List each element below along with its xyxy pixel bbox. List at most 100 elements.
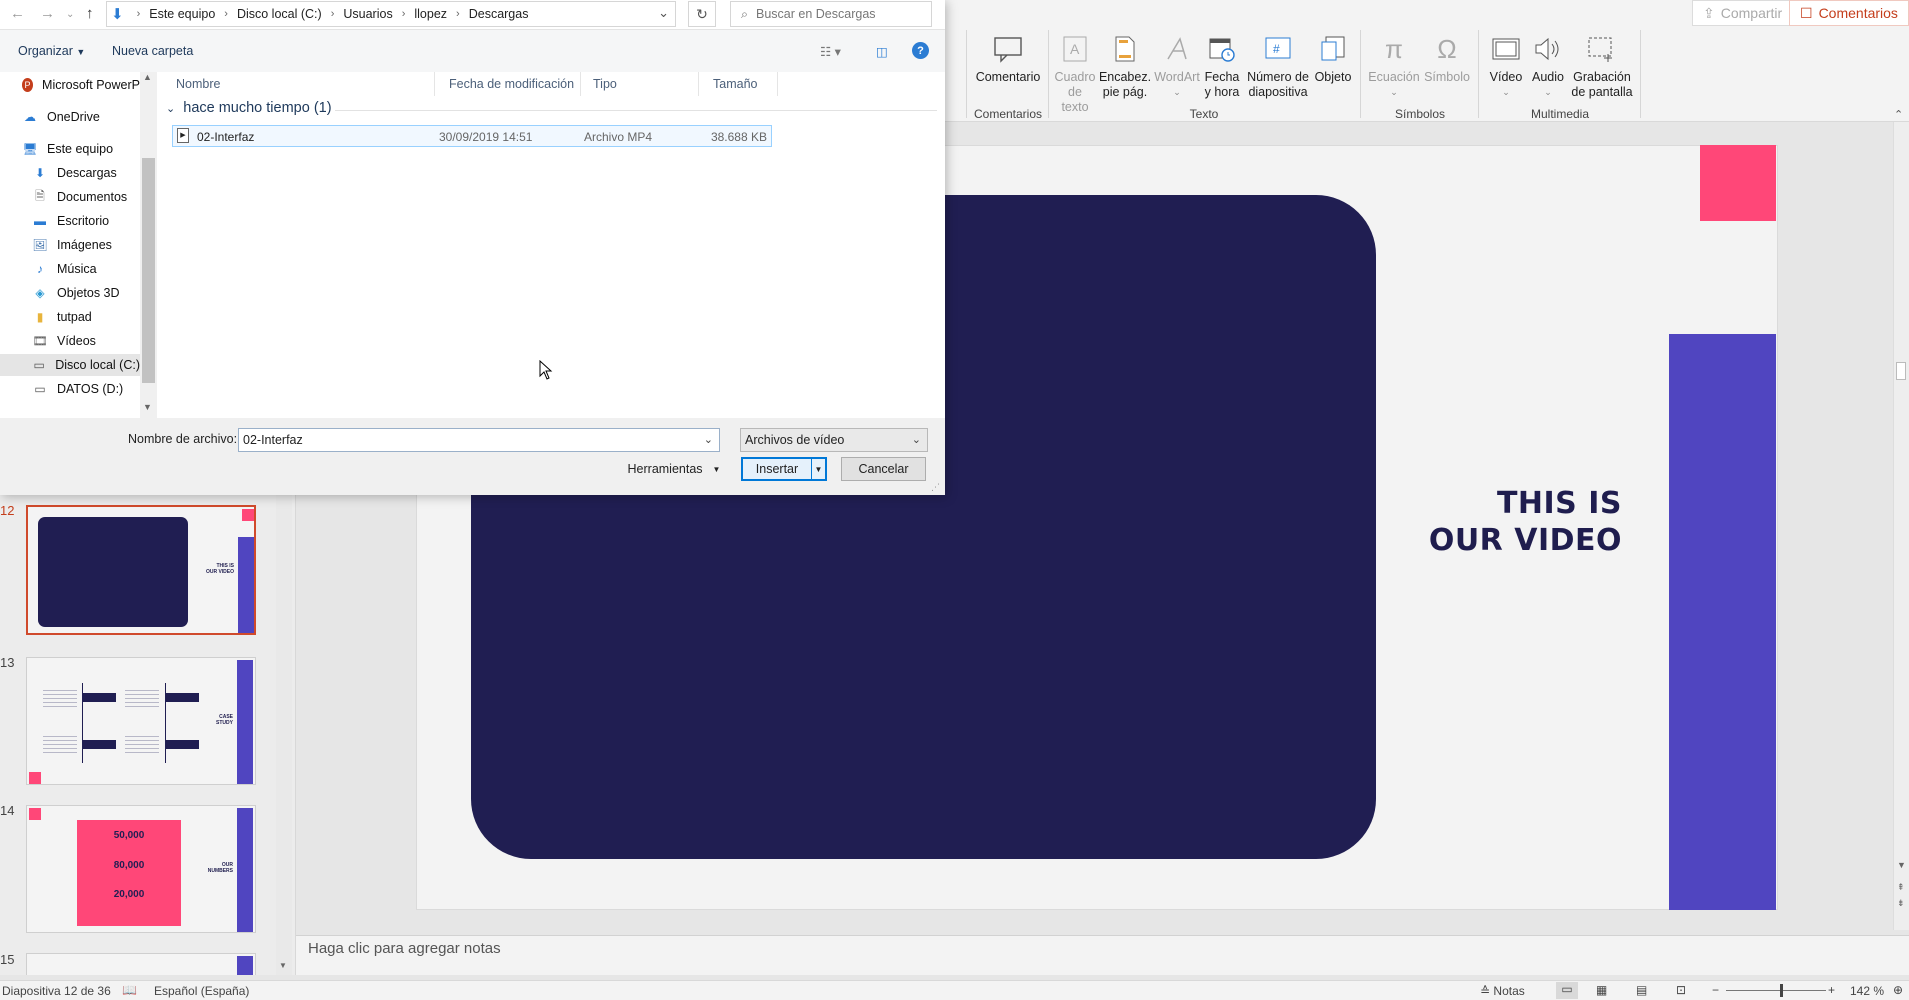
zoom-in-icon[interactable]: + bbox=[1828, 983, 1835, 997]
breadcrumb-item[interactable]: Usuarios bbox=[343, 7, 392, 21]
zoom-out-icon[interactable]: − bbox=[1712, 983, 1719, 997]
scroll-up-icon[interactable]: ▲ bbox=[143, 72, 152, 82]
slide-thumbnail-12[interactable]: THIS IS OUR VIDEO bbox=[26, 505, 256, 635]
slide-title[interactable]: THIS IS OUR VIDEO bbox=[1400, 485, 1622, 559]
breadcrumb-item[interactable]: Descargas bbox=[469, 7, 529, 21]
nav-scroll-thumb[interactable] bbox=[142, 158, 155, 383]
speaker-icon bbox=[1531, 32, 1565, 66]
notes-pane[interactable] bbox=[296, 935, 1909, 975]
fit-slide-icon[interactable]: ⊕ bbox=[1893, 983, 1903, 997]
mouse-cursor-icon bbox=[539, 360, 553, 380]
next-slide-icon[interactable]: ⇟ bbox=[1897, 898, 1905, 909]
nav-item-musica[interactable]: ♪ Música bbox=[0, 258, 140, 280]
notes-toggle[interactable]: ≙ Notas bbox=[1480, 984, 1525, 998]
vertical-scrollbar[interactable]: ▼ ⇞ ⇟ bbox=[1893, 122, 1909, 930]
nav-item-documentos[interactable]: 🗎 Documentos bbox=[0, 186, 140, 208]
new-folder-button[interactable]: Nueva carpeta bbox=[112, 44, 193, 58]
header-footer-button[interactable]: Encabez. pie pág. bbox=[1099, 32, 1151, 100]
refresh-button[interactable]: ↻ bbox=[688, 1, 716, 27]
pi-icon: π bbox=[1385, 33, 1403, 64]
normal-view-icon[interactable]: ▭ bbox=[1556, 982, 1578, 999]
scroll-down-icon[interactable]: ▼ bbox=[143, 402, 152, 412]
textbox-button[interactable]: A Cuadro de texto bbox=[1054, 32, 1096, 115]
back-arrow-icon[interactable]: ← bbox=[10, 5, 25, 22]
slide-thumbnail-15[interactable] bbox=[26, 953, 256, 975]
forward-arrow-icon[interactable]: → bbox=[40, 5, 55, 22]
symbol-button[interactable]: Ω Símbolo bbox=[1422, 32, 1472, 85]
column-name[interactable]: Nombre bbox=[158, 72, 435, 96]
share-button[interactable]: ⇪ Compartir bbox=[1692, 0, 1794, 26]
slide-number-icon: # bbox=[1261, 32, 1295, 66]
breadcrumb-item[interactable]: Disco local (C:) bbox=[237, 7, 322, 21]
comment-ribbon-button[interactable]: Comentario bbox=[974, 32, 1042, 85]
reading-view-icon[interactable]: ▤ bbox=[1636, 983, 1647, 997]
up-arrow-icon[interactable]: ↑ bbox=[86, 5, 94, 22]
resize-grip-icon[interactable]: ⋰ bbox=[931, 482, 940, 493]
scroll-down-icon[interactable]: ▼ bbox=[1897, 860, 1906, 870]
column-type[interactable]: Tipo bbox=[581, 72, 699, 96]
date-time-button[interactable]: Fecha y hora bbox=[1202, 32, 1242, 100]
scroll-thumb[interactable] bbox=[1896, 362, 1906, 380]
help-icon[interactable]: ? bbox=[912, 42, 929, 59]
column-date[interactable]: Fecha de modificación bbox=[435, 72, 581, 96]
preview-pane-icon[interactable]: ◫ bbox=[876, 44, 888, 59]
breadcrumb-item[interactable]: llopez bbox=[414, 7, 447, 21]
language-indicator[interactable]: Español (España) bbox=[154, 984, 249, 998]
cancel-button[interactable]: Cancelar bbox=[841, 457, 926, 481]
nav-item-videos[interactable]: 🎞 Vídeos bbox=[0, 330, 140, 352]
search-input[interactable]: ⌕ Buscar en Descargas bbox=[730, 1, 932, 27]
object-button[interactable]: Objeto bbox=[1312, 32, 1354, 85]
purple-bar-shape[interactable] bbox=[1669, 334, 1776, 910]
nav-item-datos[interactable]: ▭ DATOS (D:) bbox=[0, 378, 140, 400]
filetype-select[interactable]: Archivos de vídeo ⌄ bbox=[740, 428, 928, 452]
chevron-down-icon[interactable]: ⌄ bbox=[704, 433, 713, 446]
file-row[interactable]: ▶ 02-Interfaz 30/09/2019 14:51 Archivo M… bbox=[172, 125, 772, 147]
recent-dropdown-icon[interactable]: ⌄ bbox=[66, 9, 74, 20]
view-options-icon[interactable]: ☷ ▾ bbox=[820, 44, 841, 59]
comments-button[interactable]: ☐ Comentarios bbox=[1789, 0, 1909, 26]
zoom-slider[interactable] bbox=[1726, 990, 1826, 991]
nav-item-powerpoint[interactable]: P Microsoft PowerP bbox=[0, 74, 140, 96]
notes-icon: ≙ bbox=[1480, 984, 1491, 998]
notes-placeholder[interactable]: Haga clic para agregar notas bbox=[308, 940, 501, 957]
nav-item-este-equipo[interactable]: 🖥 Este equipo bbox=[0, 138, 140, 160]
audio-button[interactable]: Audio ⌄ bbox=[1528, 32, 1568, 100]
video-button[interactable]: Vídeo ⌄ bbox=[1486, 32, 1526, 100]
chevron-down-icon[interactable]: ⌄ bbox=[658, 5, 669, 21]
equation-button[interactable]: π Ecuación ⌄ bbox=[1368, 32, 1420, 100]
slide-number-button[interactable]: # Número de diapositiva bbox=[1247, 32, 1309, 100]
nav-item-objetos-3d[interactable]: ◈ Objetos 3D bbox=[0, 282, 140, 304]
group-label-comments: Comentarios bbox=[973, 107, 1043, 121]
pink-accent-shape[interactable] bbox=[1700, 145, 1776, 221]
tools-button[interactable]: Herramientas ▼ bbox=[622, 457, 726, 481]
slide-thumbnail-14[interactable]: 50,000 80,000 20,000 OUR NUMBERS bbox=[26, 805, 256, 933]
slideshow-icon[interactable]: ⊡ bbox=[1676, 983, 1686, 997]
wordart-button[interactable]: WordArt ⌄ bbox=[1154, 32, 1200, 100]
nav-item-disco-local[interactable]: ▭ Disco local (C:) bbox=[0, 354, 140, 376]
scroll-down-icon[interactable]: ▼ bbox=[279, 961, 287, 970]
breadcrumb-separator: › bbox=[136, 8, 141, 20]
previous-slide-icon[interactable]: ⇞ bbox=[1897, 882, 1905, 893]
slide-thumbnail-13[interactable]: CASE STUDY bbox=[26, 657, 256, 785]
nav-item-onedrive[interactable]: ☁ OneDrive bbox=[0, 106, 140, 128]
insert-options-dropdown[interactable]: ▼ bbox=[811, 459, 825, 479]
nav-item-escritorio[interactable]: ▬ Escritorio bbox=[0, 210, 140, 232]
file-group-header[interactable]: ⌄ hace mucho tiempo (1) bbox=[166, 100, 332, 116]
insert-button[interactable]: Insertar ▼ bbox=[741, 457, 827, 481]
organize-button[interactable]: Organizar ▼ bbox=[18, 44, 85, 58]
nav-item-tutpad[interactable]: ▮ tutpad bbox=[0, 306, 140, 328]
collapse-ribbon-icon[interactable]: ⌃ bbox=[1894, 108, 1903, 121]
address-bar[interactable]: ⬇ › Este equipo › Disco local (C:) › Usu… bbox=[106, 1, 676, 27]
filename-input[interactable]: 02-Interfaz ⌄ bbox=[238, 428, 720, 452]
thumbnail-scrollbar[interactable]: ▼ bbox=[276, 495, 292, 975]
spellcheck-icon[interactable]: 📖 bbox=[122, 983, 137, 997]
nav-item-descargas[interactable]: ⬇ Descargas bbox=[0, 162, 140, 184]
slide-sorter-icon[interactable]: ▦ bbox=[1596, 983, 1607, 997]
nav-item-imagenes[interactable]: 🖼 Imágenes bbox=[0, 234, 140, 256]
screen-recording-button[interactable]: Grabación de pantalla bbox=[1570, 32, 1634, 100]
column-size[interactable]: Tamaño bbox=[699, 72, 778, 96]
zoom-slider-thumb[interactable] bbox=[1780, 984, 1783, 997]
zoom-level[interactable]: 142 % bbox=[1850, 984, 1884, 998]
breadcrumb-item[interactable]: Este equipo bbox=[149, 7, 215, 21]
music-icon: ♪ bbox=[37, 262, 43, 276]
